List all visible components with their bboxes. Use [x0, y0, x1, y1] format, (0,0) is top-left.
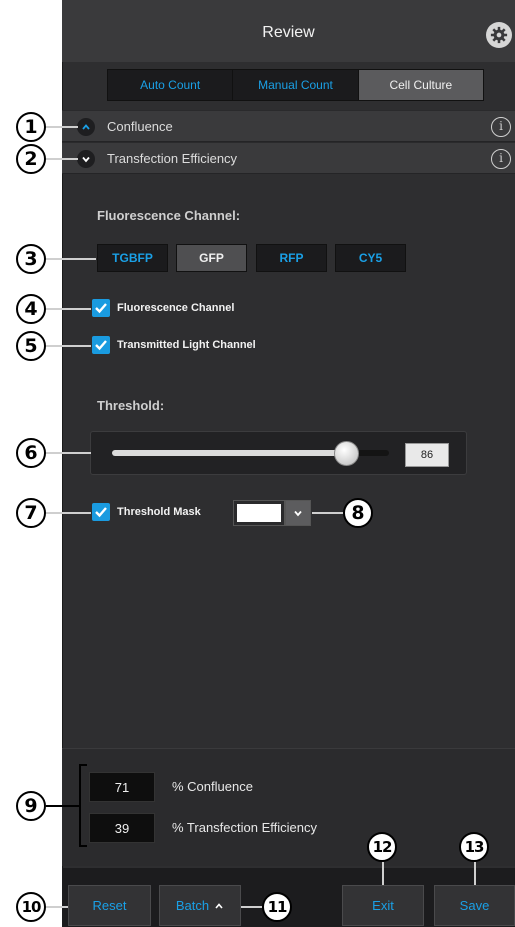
callout-leader	[46, 308, 91, 310]
channel-tgbfp-button[interactable]: TGBFP	[97, 244, 168, 272]
callout-leader	[382, 862, 384, 885]
fluorescence-channel-checkbox[interactable]	[92, 299, 110, 317]
section-confluence-label: Confluence	[107, 119, 173, 134]
exit-label: Exit	[372, 898, 394, 913]
section-confluence[interactable]: Confluence i	[62, 110, 515, 142]
callout-leader	[312, 512, 343, 514]
mask-color-swatch[interactable]	[233, 500, 285, 526]
info-icon[interactable]: i	[491, 117, 511, 137]
callout-10: 10	[16, 892, 46, 922]
results-bracket	[79, 764, 81, 846]
chevron-down-icon[interactable]	[77, 150, 95, 168]
threshold-slider-handle[interactable]	[334, 441, 359, 466]
reset-label: Reset	[92, 898, 127, 913]
callout-6: 6	[16, 438, 46, 468]
callout-2: 2	[16, 144, 46, 174]
results-bracket	[79, 764, 87, 766]
gear-icon[interactable]	[486, 22, 512, 48]
checkmark-icon	[95, 303, 107, 314]
threshold-heading: Threshold:	[97, 398, 165, 413]
fluorescence-channel-label: Fluorescence Channel	[117, 302, 235, 314]
section-transfection-efficiency[interactable]: Transfection Efficiency i	[62, 142, 515, 174]
callout-9: 9	[16, 791, 46, 821]
results-bracket	[79, 845, 87, 847]
transfection-result-label: % Transfection Efficiency	[172, 820, 317, 835]
screen: Review Auto Count Manual Count Cell Cult…	[0, 0, 515, 927]
channel-rfp-button[interactable]: RFP	[256, 244, 327, 272]
threshold-value-field[interactable]: 86	[405, 443, 449, 467]
threshold-mask-label: Threshold Mask	[117, 506, 201, 518]
confluence-result-label: % Confluence	[172, 779, 253, 794]
confluence-result-value: 71	[89, 772, 155, 802]
save-label: Save	[459, 898, 490, 913]
chevron-up-icon	[215, 902, 223, 909]
channel-gfp-button[interactable]: GFP	[176, 244, 247, 272]
batch-button[interactable]: Batch	[159, 885, 241, 926]
callout-leader	[241, 906, 262, 908]
reset-button[interactable]: Reset	[68, 885, 151, 926]
callout-1: 1	[16, 112, 46, 142]
callout-leader	[46, 805, 79, 807]
info-icon[interactable]: i	[491, 149, 511, 169]
callout-5: 5	[16, 331, 46, 361]
fluorescence-heading: Fluorescence Channel:	[97, 208, 241, 223]
callout-8: 8	[343, 498, 373, 528]
callout-leader	[46, 906, 68, 908]
chevron-up-icon[interactable]	[77, 118, 95, 136]
callout-leader	[46, 258, 96, 260]
tab-cell-culture[interactable]: Cell Culture	[358, 70, 483, 100]
callout-leader	[46, 126, 78, 128]
callout-leader	[46, 345, 91, 347]
transfection-result-value: 39	[89, 813, 155, 843]
save-button[interactable]: Save	[434, 885, 515, 926]
callout-leader	[46, 158, 78, 160]
callout-4: 4	[16, 294, 46, 324]
tab-manual-count[interactable]: Manual Count	[233, 70, 359, 100]
header-bar: Review	[62, 0, 515, 62]
threshold-mask-checkbox[interactable]	[92, 503, 110, 521]
chevron-down-icon	[294, 510, 302, 517]
callout-leader	[46, 512, 91, 514]
callout-leader	[46, 452, 91, 454]
transmitted-light-label: Transmitted Light Channel	[117, 339, 256, 351]
callout-3: 3	[16, 244, 46, 274]
section-transfection-label: Transfection Efficiency	[107, 151, 238, 166]
checkmark-icon	[95, 340, 107, 351]
callout-13: 13	[459, 832, 489, 862]
tab-auto-count[interactable]: Auto Count	[108, 70, 234, 100]
results-panel	[62, 748, 515, 866]
transmitted-light-checkbox[interactable]	[92, 336, 110, 354]
callout-leader	[474, 862, 476, 885]
batch-label: Batch	[175, 898, 210, 913]
channel-cy5-button[interactable]: CY5	[335, 244, 406, 272]
callout-11: 11	[262, 892, 292, 922]
exit-button[interactable]: Exit	[342, 885, 424, 926]
callout-7: 7	[16, 498, 46, 528]
page-title: Review	[262, 24, 315, 41]
callout-12: 12	[367, 832, 397, 862]
threshold-slider-fill	[112, 450, 348, 456]
review-tabs: Auto Count Manual Count Cell Culture	[107, 69, 484, 101]
mask-color-preview	[237, 504, 281, 522]
mask-color-dropdown[interactable]	[285, 500, 311, 526]
checkmark-icon	[95, 507, 107, 518]
